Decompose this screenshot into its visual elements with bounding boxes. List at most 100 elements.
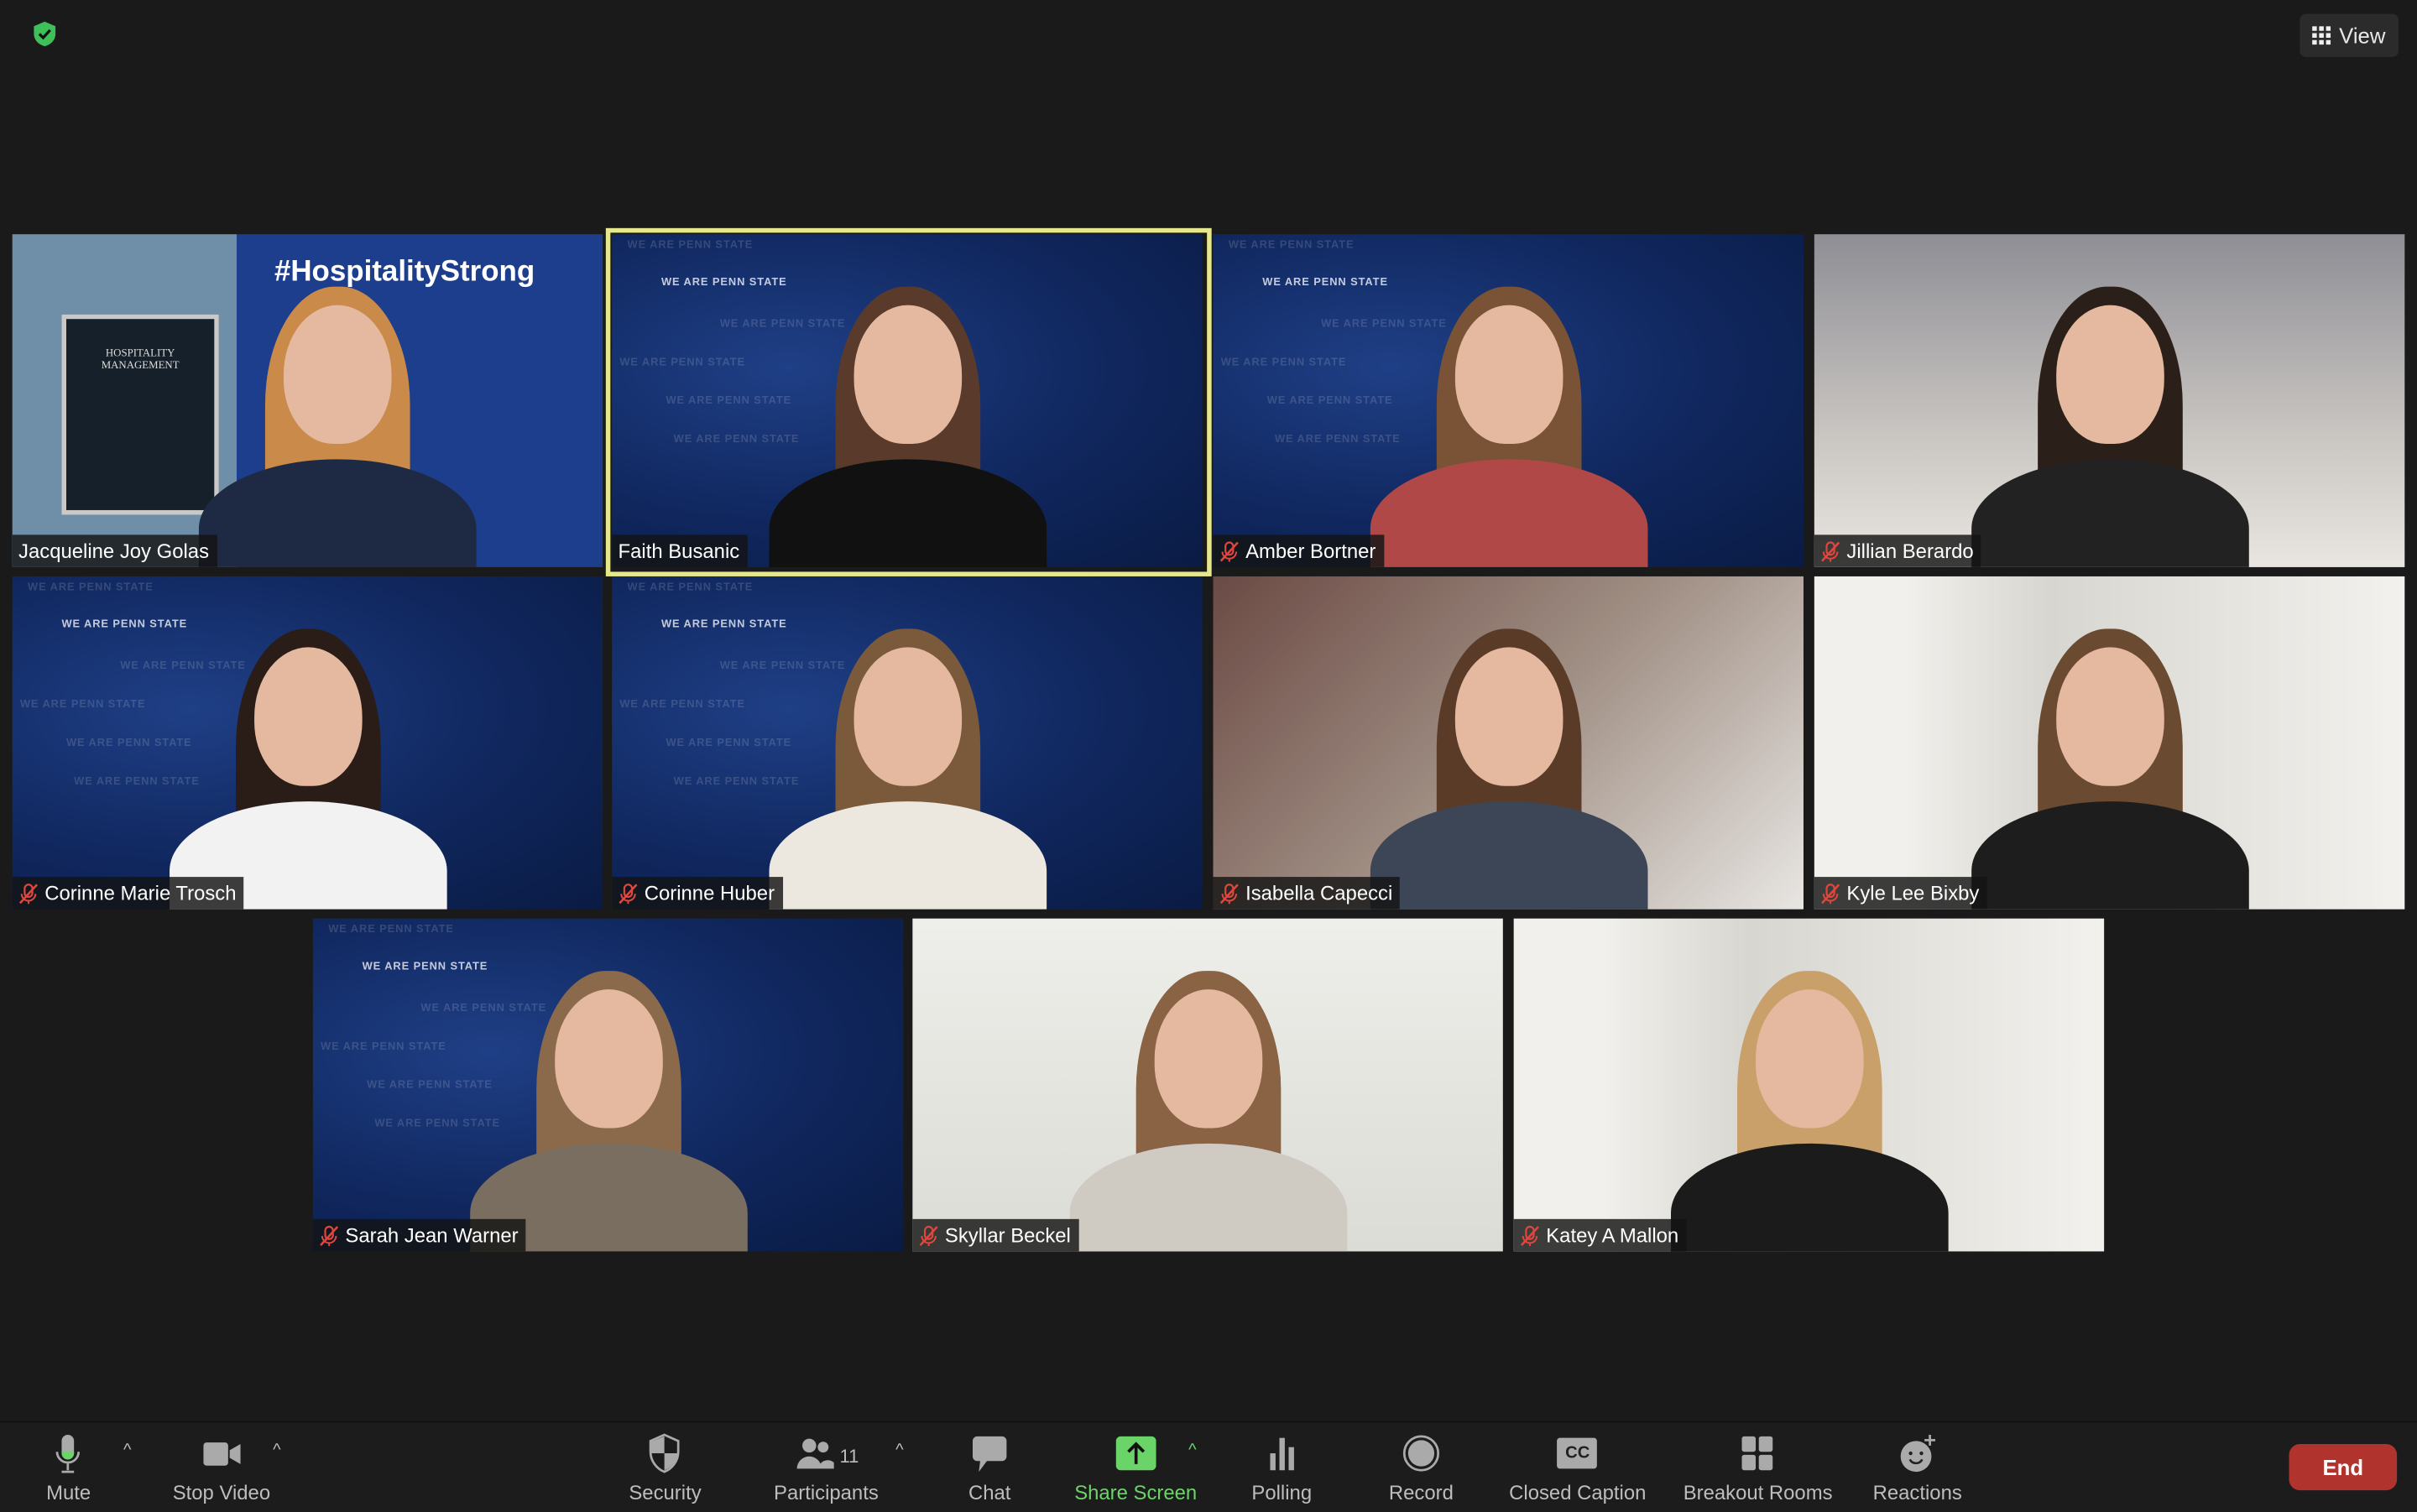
participant-count: 11 [839,1445,859,1468]
breakout-rooms-label: Breakout Rooms [1683,1481,1833,1504]
participant-name-label: Sarah Jean Warner [312,1218,526,1252]
mute-button[interactable]: Mute [46,1431,91,1504]
watermark-text: WE ARE PENN STATE [321,1041,446,1053]
watermark-text: WE ARE PENN STATE [619,699,746,711]
microphone-muted-icon [1821,540,1840,561]
reaction-smiley-icon [1900,1434,1935,1473]
microphone-muted-icon [619,883,638,904]
participant-name: Jacqueline Joy Golas [18,539,210,563]
participant-name-label: Kyle Lee Bixby [1814,877,1987,910]
audio-options-caret[interactable]: ^ [123,1441,131,1459]
video-tile[interactable]: WE ARE PENN STATE WE ARE PENN STATE WE ARE… [1213,234,1804,567]
participant-name: Amber Bortner [1245,539,1376,563]
share-options-caret[interactable]: ^ [1188,1441,1196,1459]
participant-name-label: Katey A Mallon [1513,1218,1687,1252]
participant-video [161,601,454,910]
participant-video [1663,943,1955,1252]
bar-chart-icon [1269,1437,1294,1471]
microphone-muted-icon [1821,883,1840,904]
video-tile[interactable]: Isabella Capecci [1213,576,1804,910]
chat-label: Chat [968,1481,1011,1504]
participant-name-label: Jacqueline Joy Golas [12,534,217,567]
microphone-muted-icon [1219,883,1239,904]
video-tile[interactable]: #HospitalityStrong HOSPITALITY MANAGEMENT… [12,234,603,567]
stop-video-button[interactable]: Stop Video [173,1431,270,1504]
watermark-text: WE ARE PENN STATE [328,925,454,936]
security-button[interactable]: Security [629,1431,702,1504]
chat-bubble-icon [972,1436,1007,1473]
closed-caption-button[interactable]: CC Closed Caption [1509,1431,1646,1504]
view-label: View [2339,23,2386,48]
mute-label: Mute [46,1481,91,1504]
participant-video [462,943,754,1252]
participant-name-label: Corinne Marie Trosch [12,877,244,910]
participant-name-label: Amber Bortner [1213,534,1384,567]
participant-name-label: Skyllar Beckel [912,1218,1079,1252]
participant-name: Corinne Huber [644,881,775,905]
record-button[interactable]: Record [1389,1431,1454,1504]
participants-button[interactable]: 11 Participants [774,1431,879,1504]
grid-icon [2312,26,2331,45]
watermark-text: WE ARE PENN STATE [19,699,146,711]
video-tile[interactable]: Kyle Lee Bixby [1814,576,2405,910]
microphone-muted-icon [1219,540,1239,561]
share-screen-button[interactable]: Share Screen [1074,1431,1197,1504]
polling-button[interactable]: Polling [1251,1431,1312,1504]
sign-title: HOSPITALITY MANAGEMENT [101,347,180,372]
microphone-muted-icon [919,1225,938,1246]
reactions-label: Reactions [1872,1481,1962,1504]
participants-label: Participants [774,1481,879,1504]
participant-name: Katey A Mallon [1546,1223,1679,1247]
participants-options-caret[interactable]: ^ [895,1441,903,1459]
chat-button[interactable]: Chat [968,1431,1010,1504]
watermark-text: WE ARE PENN STATE [1220,357,1347,368]
video-tile[interactable]: WE ARE PENN STATE WE ARE PENN STATE WE ARE… [312,918,904,1252]
reactions-button[interactable]: Reactions [1873,1431,1962,1504]
polling-label: Polling [1251,1481,1313,1504]
participant-name-label: Isabella Capecci [1213,877,1401,910]
participant-video [760,601,1053,910]
watermark-text: WE ARE PENN STATE [627,582,754,594]
participant-video [1362,259,1655,567]
breakout-rooms-button[interactable]: Breakout Rooms [1684,1431,1833,1504]
video-camera-icon [202,1442,240,1466]
share-screen-label: Share Screen [1074,1481,1198,1504]
watermark-text: WE ARE PENN STATE [619,357,746,368]
participant-name-label: Corinne Huber [612,877,783,910]
participant-video [191,259,483,567]
view-button[interactable]: View [2300,13,2399,57]
record-icon [1402,1435,1439,1472]
video-options-caret[interactable]: ^ [273,1441,280,1459]
video-tile[interactable]: Jillian Berardo [1814,234,2405,567]
participant-name: Faith Busanic [618,539,740,563]
participant-name: Skyllar Beckel [944,1223,1071,1247]
participant-video [1963,259,2256,567]
participant-name: Corinne Marie Trosch [44,881,237,905]
share-screen-arrow-icon [1115,1436,1156,1471]
microphone-icon [56,1434,81,1473]
participant-name-label: Faith Busanic [612,534,748,567]
participant-name: Kyle Lee Bixby [1846,881,1980,905]
participant-name: Isabella Capecci [1245,881,1393,905]
shield-check-icon[interactable] [31,20,59,48]
participant-name: Jillian Berardo [1846,539,1974,563]
video-tile[interactable]: Skyllar Beckel [912,918,1503,1252]
meeting-toolbar: Mute ^ Stop Video ^ Security 11 Particip… [0,1421,2417,1512]
microphone-muted-icon [1520,1225,1540,1246]
microphone-muted-icon [320,1225,339,1246]
video-tile[interactable]: Katey A Mallon [1513,918,2105,1252]
shield-icon [650,1433,681,1473]
record-label: Record [1388,1481,1454,1504]
watermark-text: WE ARE PENN STATE [627,240,754,252]
participant-name: Sarah Jean Warner [345,1223,519,1247]
end-meeting-button[interactable]: End [2289,1444,2398,1491]
participant-name-label: Jillian Berardo [1814,534,1981,567]
video-tile[interactable]: WE ARE PENN STATE WE ARE PENN STATE WE ARE… [612,576,1203,910]
participant-video [1362,601,1655,910]
watermark-text: WE ARE PENN STATE [1228,240,1355,252]
video-tile[interactable]: WE ARE PENN STATE WE ARE PENN STATE WE ARE… [612,234,1203,567]
video-tile[interactable]: WE ARE PENN STATE WE ARE PENN STATE WE ARE… [12,576,603,910]
security-label: Security [629,1481,702,1504]
breakout-rooms-icon [1742,1436,1773,1471]
microphone-muted-icon [18,883,39,904]
